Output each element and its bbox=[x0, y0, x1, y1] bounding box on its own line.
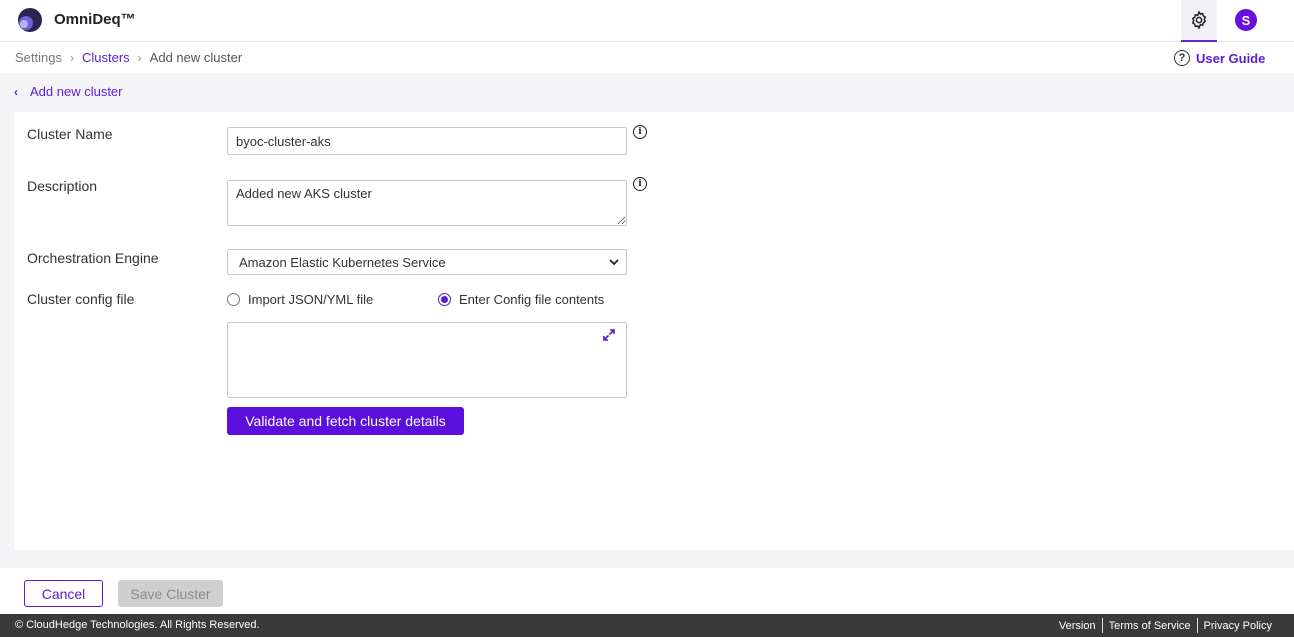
chevron-right-icon: › bbox=[69, 50, 74, 65]
config-contents-textarea[interactable] bbox=[227, 322, 627, 398]
info-icon[interactable]: i bbox=[633, 177, 647, 191]
cluster-name-label: Cluster Name bbox=[27, 126, 113, 142]
radio-enter-label: Enter Config file contents bbox=[459, 292, 605, 307]
radio-enter-config[interactable]: Enter Config file contents bbox=[438, 292, 604, 307]
breadcrumb-settings[interactable]: Settings bbox=[15, 50, 62, 65]
breadcrumb-clusters[interactable]: Clusters bbox=[82, 50, 130, 65]
help-circle-icon: ? bbox=[1174, 50, 1190, 66]
user-avatar[interactable]: S bbox=[1235, 9, 1257, 31]
cluster-name-input[interactable] bbox=[227, 127, 627, 155]
form-panel bbox=[14, 112, 1294, 550]
chevron-left-icon: ‹ bbox=[14, 84, 18, 99]
description-label: Description bbox=[27, 178, 98, 194]
top-header: OmniDeq™ S bbox=[0, 0, 1294, 42]
page-footer: © CloudHedge Technologies. All Rights Re… bbox=[0, 614, 1294, 637]
footer-link-version[interactable]: Version bbox=[1053, 620, 1102, 632]
radio-import-json[interactable]: Import JSON/YML file bbox=[227, 292, 373, 307]
radio-circle-selected bbox=[438, 293, 451, 306]
back-link[interactable]: ‹ Add new cluster bbox=[14, 84, 123, 99]
description-textarea[interactable]: Added new AKS cluster bbox=[227, 180, 627, 226]
footer-links: Version Terms of Service Privacy Policy bbox=[1053, 618, 1278, 633]
orchestration-engine-value: Amazon Elastic Kubernetes Service bbox=[239, 254, 446, 270]
back-label: Add new cluster bbox=[30, 84, 123, 99]
info-icon[interactable]: i bbox=[633, 125, 647, 139]
user-guide-link[interactable]: ? User Guide bbox=[1174, 50, 1265, 66]
cancel-button[interactable]: Cancel bbox=[24, 580, 103, 607]
radio-circle bbox=[227, 293, 240, 306]
copyright-text: © CloudHedge Technologies. All Rights Re… bbox=[15, 619, 260, 631]
expand-icon[interactable] bbox=[602, 328, 616, 342]
cluster-config-label: Cluster config file bbox=[27, 291, 135, 307]
orchestration-engine-label: Orchestration Engine bbox=[27, 250, 159, 266]
validate-fetch-button[interactable]: Validate and fetch cluster details bbox=[227, 407, 464, 435]
radio-import-label: Import JSON/YML file bbox=[248, 292, 374, 307]
orchestration-engine-select[interactable]: Amazon Elastic Kubernetes Service bbox=[227, 249, 627, 275]
footer-link-terms[interactable]: Terms of Service bbox=[1103, 620, 1197, 632]
brand-name: OmniDeq™ bbox=[54, 11, 136, 28]
breadcrumb-current: Add new cluster bbox=[149, 50, 243, 65]
gear-icon bbox=[1191, 10, 1207, 30]
chevron-right-icon: › bbox=[137, 50, 142, 65]
chevron-down-icon bbox=[609, 259, 619, 266]
footer-link-privacy[interactable]: Privacy Policy bbox=[1198, 620, 1278, 632]
user-guide-label: User Guide bbox=[1196, 50, 1266, 66]
settings-tab[interactable] bbox=[1181, 0, 1217, 42]
omnideq-logo-icon[interactable] bbox=[17, 7, 43, 33]
breadcrumb: Settings › Clusters › Add new cluster bbox=[15, 50, 242, 65]
save-cluster-button[interactable]: Save Cluster bbox=[118, 580, 223, 607]
